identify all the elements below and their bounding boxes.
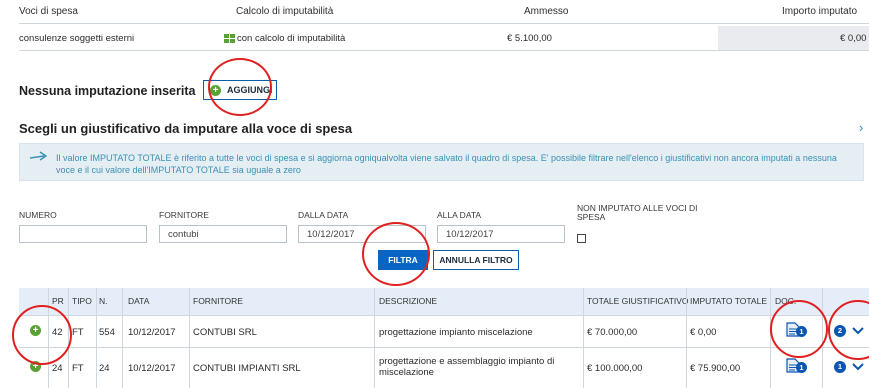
- highlight-circle: [362, 222, 430, 286]
- column-divider: [189, 288, 190, 388]
- info-text: Il valore IMPUTATO TOTALE è riferito a t…: [56, 153, 837, 175]
- column-divider: [122, 288, 123, 388]
- column-divider: [686, 288, 687, 388]
- col-header-importo: Importo imputato: [782, 6, 858, 17]
- col-header-voci: Voci di spesa: [19, 6, 78, 17]
- row-data: 10/12/2017: [128, 363, 176, 374]
- col-pr: PR: [52, 296, 64, 306]
- section-title: Scegli un giustificativo da imputare all…: [19, 121, 353, 136]
- calcolo-cell[interactable]: con calcolo di imputabilità: [224, 33, 345, 44]
- row-imputato: € 0,00: [690, 327, 717, 338]
- calcolo-text: con calcolo di imputabilità: [237, 33, 346, 44]
- ammesso-value: € 5.100,00: [507, 33, 552, 44]
- row-pr: 24: [52, 363, 63, 374]
- col-data: DATA: [128, 296, 150, 306]
- row-data: 10/12/2017: [128, 327, 176, 338]
- row-n: 554: [99, 327, 115, 338]
- numero-label: NUMERO: [19, 210, 57, 220]
- col-header-ammesso: Ammesso: [524, 6, 569, 17]
- column-divider: [583, 288, 584, 388]
- divider: [19, 23, 869, 24]
- info-box: Il valore IMPUTATO TOTALE è riferito a t…: [19, 143, 864, 181]
- fornitore-label: FORNITORE: [159, 210, 209, 220]
- row-totale: € 70.000,00: [587, 327, 638, 338]
- alla-data-label: ALLA DATA: [437, 210, 482, 220]
- non-imputato-label: NON IMPUTATO ALLE VOCI DI SPESA: [577, 203, 698, 222]
- row-fornitore: CONTUBI SRL: [193, 327, 257, 338]
- col-tipo: TIPO: [72, 296, 92, 306]
- reset-filter-button[interactable]: ANNULLA FILTRO: [433, 250, 519, 270]
- column-divider: [374, 288, 375, 388]
- row-descrizione: progettazione e assemblaggio impianto di…: [379, 356, 555, 378]
- col-imputato: IMPUTATO TOTALE: [690, 296, 767, 306]
- col-descrizione: DESCRIZIONE: [379, 296, 438, 306]
- row-tipo: FT: [72, 363, 84, 374]
- divider: [19, 347, 869, 348]
- highlight-circle: [208, 58, 272, 116]
- row-tipo: FT: [72, 327, 84, 338]
- row-fornitore: CONTUBI IMPIANTI SRL: [193, 363, 301, 374]
- voce-label: consulenze soggetti esterni: [19, 33, 135, 44]
- numero-input[interactable]: [19, 225, 147, 243]
- divider: [19, 315, 869, 316]
- importo-value: € 0,00: [840, 33, 867, 44]
- doc-count-badge: 1: [796, 362, 807, 373]
- dalla-data-label: DALLA DATA: [298, 210, 349, 220]
- col-header-calcolo: Calcolo di imputabilità: [236, 6, 334, 17]
- chevron-down-icon[interactable]: [852, 363, 864, 371]
- row-descrizione: progettazione impianto miscelazione: [379, 327, 533, 338]
- row-totale: € 100.000,00: [587, 363, 643, 374]
- divider: [19, 50, 869, 51]
- voci-count-badge: 1: [834, 361, 846, 373]
- col-totale: TOTALE GIUSTIFICATIVO: [587, 296, 689, 306]
- highlight-circle: [770, 300, 828, 358]
- no-imputation-label: Nessuna imputazione inserita: [19, 84, 196, 98]
- chevron-right-icon[interactable]: ›: [859, 120, 863, 135]
- calculator-icon: [224, 33, 235, 43]
- alla-data-input[interactable]: 10/12/2017: [437, 225, 565, 243]
- arrow-right-icon: [30, 151, 48, 161]
- row-imputato: € 75.900,00: [690, 363, 741, 374]
- column-divider: [96, 288, 97, 388]
- col-n: N.: [99, 296, 108, 306]
- col-fornitore: FORNITORE: [193, 296, 243, 306]
- highlight-circle: [12, 305, 72, 365]
- row-n: 24: [99, 363, 110, 374]
- fornitore-input[interactable]: contubi: [159, 225, 287, 243]
- non-imputato-checkbox[interactable]: [577, 234, 586, 243]
